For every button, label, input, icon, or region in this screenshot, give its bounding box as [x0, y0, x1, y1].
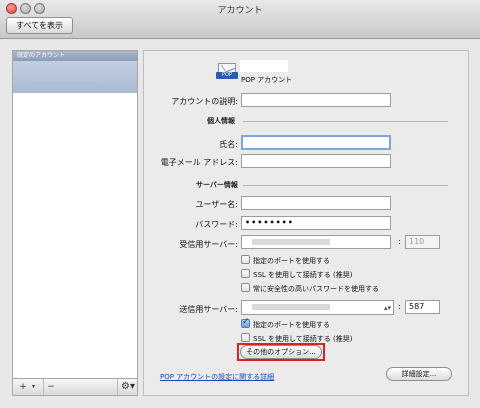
- incoming-port-field[interactable]: 110: [405, 235, 440, 249]
- window-titlebar: アカウント すべてを表示: [0, 0, 480, 39]
- incoming-use-custom-port-checkbox[interactable]: [241, 255, 250, 264]
- outgoing-port-field[interactable]: 587: [405, 300, 440, 314]
- outgoing-use-custom-port-label: 指定のポートを使用する: [253, 321, 330, 329]
- personal-info-heading: 個人情報: [207, 117, 235, 125]
- outgoing-server-label: 送信用サーバー:: [179, 305, 238, 314]
- account-type-label: POP アカウント: [241, 76, 293, 84]
- section-divider: [243, 185, 448, 186]
- outgoing-server-field[interactable]: ▴▾: [241, 300, 394, 315]
- server-name-redacted: [252, 304, 330, 310]
- server-name-redacted: [252, 239, 330, 245]
- window-title: アカウント: [217, 6, 263, 16]
- add-account-menu-icon[interactable]: ▾: [29, 379, 38, 395]
- username-field[interactable]: [241, 196, 391, 210]
- description-label: アカウントの説明:: [171, 97, 238, 106]
- secure-password-label: 常に安全性の高いパスワードを使用する: [253, 285, 379, 293]
- incoming-use-custom-port-label: 指定のポートを使用する: [253, 257, 330, 265]
- account-name-redacted: [240, 60, 288, 72]
- highlight-box: [237, 343, 325, 361]
- incoming-use-ssl-label: SSL を使用して接続する (推奨): [253, 271, 353, 279]
- full-name-label: 氏名:: [219, 140, 238, 149]
- outgoing-use-custom-port-checkbox[interactable]: [241, 317, 250, 328]
- remove-account-button[interactable]: −: [43, 379, 58, 395]
- description-field[interactable]: [241, 93, 391, 107]
- section-divider: [243, 121, 448, 122]
- incoming-server-field[interactable]: [241, 235, 391, 249]
- secure-password-checkbox[interactable]: [241, 283, 250, 292]
- account-list-header: 既定のアカウント: [13, 51, 137, 61]
- port-separator: :: [398, 302, 401, 311]
- pop-help-link[interactable]: POP アカウントの設定に関する詳細: [160, 372, 274, 382]
- outgoing-use-ssl-checkbox[interactable]: [241, 333, 250, 342]
- advanced-settings-button[interactable]: 詳細設定...: [386, 367, 452, 381]
- gear-icon[interactable]: ⚙▾: [117, 379, 138, 395]
- email-field[interactable]: [241, 154, 391, 168]
- port-separator: :: [398, 237, 401, 246]
- server-info-heading: サーバー情報: [196, 181, 238, 189]
- account-list-item-selected[interactable]: [13, 61, 137, 93]
- show-all-button[interactable]: すべてを表示: [6, 17, 73, 34]
- account-list-toolbar: + ▾ − ⚙▾: [12, 379, 138, 396]
- account-name-redacted: [31, 73, 103, 81]
- email-label: 電子メール アドレス:: [160, 158, 238, 167]
- account-list[interactable]: 既定のアカウント: [12, 50, 138, 379]
- password-label: パスワード:: [195, 220, 238, 229]
- incoming-server-label: 受信用サーバー:: [179, 240, 238, 249]
- outgoing-server-menu-icon[interactable]: ▴▾: [384, 302, 391, 314]
- incoming-use-ssl-checkbox[interactable]: [241, 269, 250, 278]
- password-field[interactable]: ••••••••: [241, 216, 391, 230]
- username-label: ユーザー名:: [195, 200, 238, 209]
- full-name-field[interactable]: [241, 135, 391, 150]
- pop-badge: POP: [216, 72, 238, 79]
